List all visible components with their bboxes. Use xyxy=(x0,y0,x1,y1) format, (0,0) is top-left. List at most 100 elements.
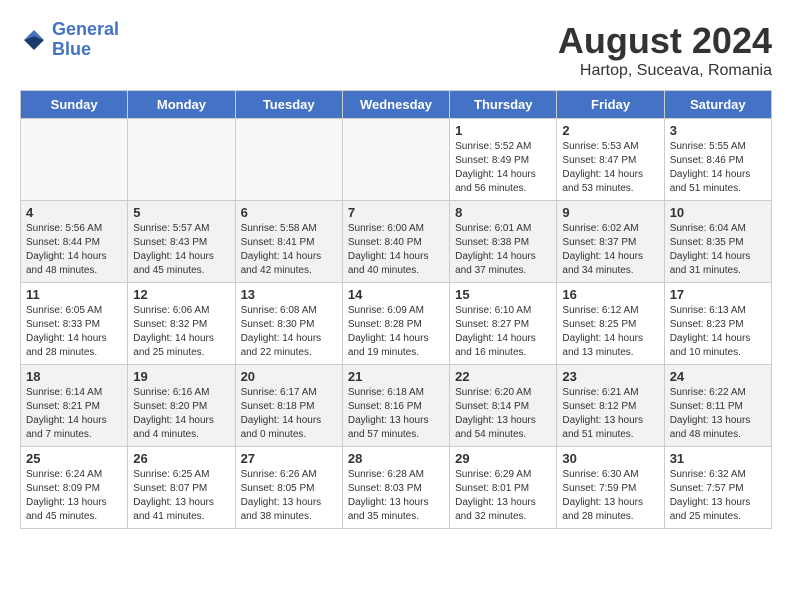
day-number: 5 xyxy=(133,205,229,220)
day-info: Sunrise: 5:52 AM Sunset: 8:49 PM Dayligh… xyxy=(455,140,551,196)
day-info: Sunrise: 5:55 AM Sunset: 8:46 PM Dayligh… xyxy=(670,140,766,196)
day-info: Sunrise: 6:01 AM Sunset: 8:38 PM Dayligh… xyxy=(455,222,551,278)
calendar-cell: 27 Sunrise: 6:26 AM Sunset: 8:05 PM Dayli… xyxy=(235,447,342,529)
day-number: 24 xyxy=(670,369,766,384)
day-info: Sunrise: 6:10 AM Sunset: 8:27 PM Dayligh… xyxy=(455,304,551,360)
day-number: 16 xyxy=(562,287,658,302)
calendar-cell: 19Sunrise: 6:16 AM Sunset: 8:20 PM Dayli… xyxy=(128,365,235,447)
calendar-cell: 15 Sunrise: 6:10 AM Sunset: 8:27 PM Dayli… xyxy=(450,283,557,365)
day-number: 9 xyxy=(562,205,658,220)
day-number: 23 xyxy=(562,369,658,384)
day-number: 15 xyxy=(455,287,551,302)
calendar-cell: 30 Sunrise: 6:30 AM Sunset: 7:59 PM Dayli… xyxy=(557,447,664,529)
day-number: 13 xyxy=(241,287,337,302)
title-block: August 2024 Hartop, Suceava, Romania xyxy=(558,20,772,80)
calendar-cell xyxy=(21,119,128,201)
day-info: Sunrise: 6:22 AM Sunset: 8:11 PM Dayligh… xyxy=(670,386,766,442)
day-number: 17 xyxy=(670,287,766,302)
calendar-cell: 21Sunrise: 6:18 AM Sunset: 8:16 PM Dayli… xyxy=(342,365,449,447)
calendar-cell: 31 Sunrise: 6:32 AM Sunset: 7:57 PM Dayli… xyxy=(664,447,771,529)
calendar-cell: 4Sunrise: 5:56 AM Sunset: 8:44 PM Daylig… xyxy=(21,201,128,283)
day-info: Sunrise: 6:04 AM Sunset: 8:35 PM Dayligh… xyxy=(670,222,766,278)
calendar-cell: 12Sunrise: 6:06 AM Sunset: 8:32 PM Dayli… xyxy=(128,283,235,365)
day-number: 31 xyxy=(670,451,766,466)
calendar-cell: 13 Sunrise: 6:08 AM Sunset: 8:30 PM Dayli… xyxy=(235,283,342,365)
day-info: Sunrise: 6:05 AM Sunset: 8:33 PM Dayligh… xyxy=(26,304,122,360)
day-number: 20 xyxy=(241,369,337,384)
calendar-cell xyxy=(235,119,342,201)
day-info: Sunrise: 6:14 AM Sunset: 8:21 PM Dayligh… xyxy=(26,386,122,442)
calendar-cell: 18Sunrise: 6:14 AM Sunset: 8:21 PM Dayli… xyxy=(21,365,128,447)
calendar-cell: 29 Sunrise: 6:29 AM Sunset: 8:01 PM Dayli… xyxy=(450,447,557,529)
day-info: Sunrise: 5:58 AM Sunset: 8:41 PM Dayligh… xyxy=(241,222,337,278)
day-info: Sunrise: 6:25 AM Sunset: 8:07 PM Dayligh… xyxy=(133,468,229,524)
day-info: Sunrise: 6:26 AM Sunset: 8:05 PM Dayligh… xyxy=(241,468,337,524)
main-title: August 2024 xyxy=(558,20,772,62)
day-number: 26 xyxy=(133,451,229,466)
day-number: 11 xyxy=(26,287,122,302)
calendar-cell: 22 Sunrise: 6:20 AM Sunset: 8:14 PM Dayli… xyxy=(450,365,557,447)
calendar-week-row: 18Sunrise: 6:14 AM Sunset: 8:21 PM Dayli… xyxy=(21,365,772,447)
day-number: 28 xyxy=(348,451,444,466)
day-number: 29 xyxy=(455,451,551,466)
calendar-cell xyxy=(342,119,449,201)
calendar-cell: 24 Sunrise: 6:22 AM Sunset: 8:11 PM Dayli… xyxy=(664,365,771,447)
day-info: Sunrise: 6:20 AM Sunset: 8:14 PM Dayligh… xyxy=(455,386,551,442)
calendar-cell: 1 Sunrise: 5:52 AM Sunset: 8:49 PM Daylig… xyxy=(450,119,557,201)
calendar-cell: 5Sunrise: 5:57 AM Sunset: 8:43 PM Daylig… xyxy=(128,201,235,283)
calendar-cell: 2Sunrise: 5:53 AM Sunset: 8:47 PM Daylig… xyxy=(557,119,664,201)
calendar-cell: 7Sunrise: 6:00 AM Sunset: 8:40 PM Daylig… xyxy=(342,201,449,283)
day-number: 8 xyxy=(455,205,551,220)
day-info: Sunrise: 6:16 AM Sunset: 8:20 PM Dayligh… xyxy=(133,386,229,442)
day-info: Sunrise: 6:17 AM Sunset: 8:18 PM Dayligh… xyxy=(241,386,337,442)
day-header: Saturday xyxy=(664,91,771,119)
day-info: Sunrise: 6:30 AM Sunset: 7:59 PM Dayligh… xyxy=(562,468,658,524)
day-info: Sunrise: 6:08 AM Sunset: 8:30 PM Dayligh… xyxy=(241,304,337,360)
calendar-week-row: 11 Sunrise: 6:05 AM Sunset: 8:33 PM Dayli… xyxy=(21,283,772,365)
day-info: Sunrise: 6:13 AM Sunset: 8:23 PM Dayligh… xyxy=(670,304,766,360)
day-info: Sunrise: 6:09 AM Sunset: 8:28 PM Dayligh… xyxy=(348,304,444,360)
day-header: Monday xyxy=(128,91,235,119)
calendar-cell: 16Sunrise: 6:12 AM Sunset: 8:25 PM Dayli… xyxy=(557,283,664,365)
day-info: Sunrise: 6:29 AM Sunset: 8:01 PM Dayligh… xyxy=(455,468,551,524)
calendar-cell: 25 Sunrise: 6:24 AM Sunset: 8:09 PM Dayli… xyxy=(21,447,128,529)
logo-text: General Blue xyxy=(52,20,119,60)
day-info: Sunrise: 6:00 AM Sunset: 8:40 PM Dayligh… xyxy=(348,222,444,278)
calendar-cell: 14 Sunrise: 6:09 AM Sunset: 8:28 PM Dayli… xyxy=(342,283,449,365)
day-number: 25 xyxy=(26,451,122,466)
day-number: 30 xyxy=(562,451,658,466)
logo-icon xyxy=(20,26,48,54)
day-header: Wednesday xyxy=(342,91,449,119)
day-header: Tuesday xyxy=(235,91,342,119)
calendar-cell: 10Sunrise: 6:04 AM Sunset: 8:35 PM Dayli… xyxy=(664,201,771,283)
day-number: 22 xyxy=(455,369,551,384)
day-number: 27 xyxy=(241,451,337,466)
day-number: 14 xyxy=(348,287,444,302)
day-number: 21 xyxy=(348,369,444,384)
day-number: 6 xyxy=(241,205,337,220)
calendar-cell: 11 Sunrise: 6:05 AM Sunset: 8:33 PM Dayli… xyxy=(21,283,128,365)
calendar-cell: 6 Sunrise: 5:58 AM Sunset: 8:41 PM Daylig… xyxy=(235,201,342,283)
calendar-cell: 28 Sunrise: 6:28 AM Sunset: 8:03 PM Dayli… xyxy=(342,447,449,529)
day-info: Sunrise: 6:06 AM Sunset: 8:32 PM Dayligh… xyxy=(133,304,229,360)
day-header: Friday xyxy=(557,91,664,119)
day-info: Sunrise: 5:53 AM Sunset: 8:47 PM Dayligh… xyxy=(562,140,658,196)
page-header: General Blue August 2024 Hartop, Suceava… xyxy=(20,20,772,80)
day-info: Sunrise: 6:32 AM Sunset: 7:57 PM Dayligh… xyxy=(670,468,766,524)
day-info: Sunrise: 6:02 AM Sunset: 8:37 PM Dayligh… xyxy=(562,222,658,278)
day-info: Sunrise: 6:24 AM Sunset: 8:09 PM Dayligh… xyxy=(26,468,122,524)
day-info: Sunrise: 6:28 AM Sunset: 8:03 PM Dayligh… xyxy=(348,468,444,524)
calendar-cell: 17 Sunrise: 6:13 AM Sunset: 8:23 PM Dayli… xyxy=(664,283,771,365)
calendar-cell: 3Sunrise: 5:55 AM Sunset: 8:46 PM Daylig… xyxy=(664,119,771,201)
calendar-week-row: 25 Sunrise: 6:24 AM Sunset: 8:09 PM Dayli… xyxy=(21,447,772,529)
calendar-week-row: 4Sunrise: 5:56 AM Sunset: 8:44 PM Daylig… xyxy=(21,201,772,283)
calendar-header-row: SundayMondayTuesdayWednesdayThursdayFrid… xyxy=(21,91,772,119)
calendar-cell: 23Sunrise: 6:21 AM Sunset: 8:12 PM Dayli… xyxy=(557,365,664,447)
day-number: 1 xyxy=(455,123,551,138)
day-header: Thursday xyxy=(450,91,557,119)
calendar-week-row: 1 Sunrise: 5:52 AM Sunset: 8:49 PM Daylig… xyxy=(21,119,772,201)
calendar-cell: 20 Sunrise: 6:17 AM Sunset: 8:18 PM Dayli… xyxy=(235,365,342,447)
calendar-cell: 26 Sunrise: 6:25 AM Sunset: 8:07 PM Dayli… xyxy=(128,447,235,529)
calendar-table: SundayMondayTuesdayWednesdayThursdayFrid… xyxy=(20,90,772,529)
calendar-cell xyxy=(128,119,235,201)
